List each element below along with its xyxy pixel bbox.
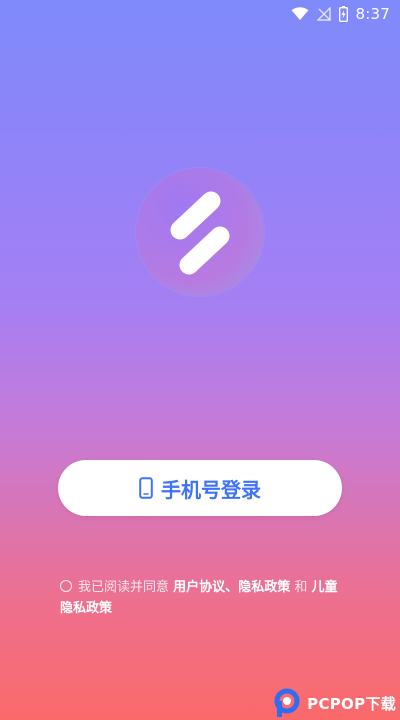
agree-radio[interactable] [60, 580, 72, 592]
watermark-logo-icon [273, 688, 303, 718]
phone-login-label: 手机号登录 [161, 477, 261, 502]
agreement-prefix: 我已阅读并同意 [78, 580, 170, 595]
watermark: PCPOP下载 [273, 688, 396, 718]
user-agreement-link[interactable]: 用户协议 [173, 580, 225, 595]
app-logo-icon [136, 168, 264, 296]
agreement-separator: 、 [225, 580, 239, 595]
phone-icon [139, 477, 153, 499]
battery-charging-icon [338, 6, 348, 22]
no-signal-icon [316, 7, 331, 21]
phone-login-button[interactable]: 手机号登录 [58, 460, 342, 516]
agreement-conjunction: 和 [294, 580, 308, 595]
wifi-icon [291, 7, 309, 21]
watermark-text: PCPOP下载 [307, 694, 396, 713]
agreement-text: 我已阅读并同意 用户协议、隐私政策 和 儿童隐私政策 [60, 577, 350, 619]
status-bar: 8:37 [0, 0, 400, 28]
privacy-policy-link[interactable]: 隐私政策 [238, 580, 290, 595]
status-time: 8:37 [355, 5, 390, 23]
